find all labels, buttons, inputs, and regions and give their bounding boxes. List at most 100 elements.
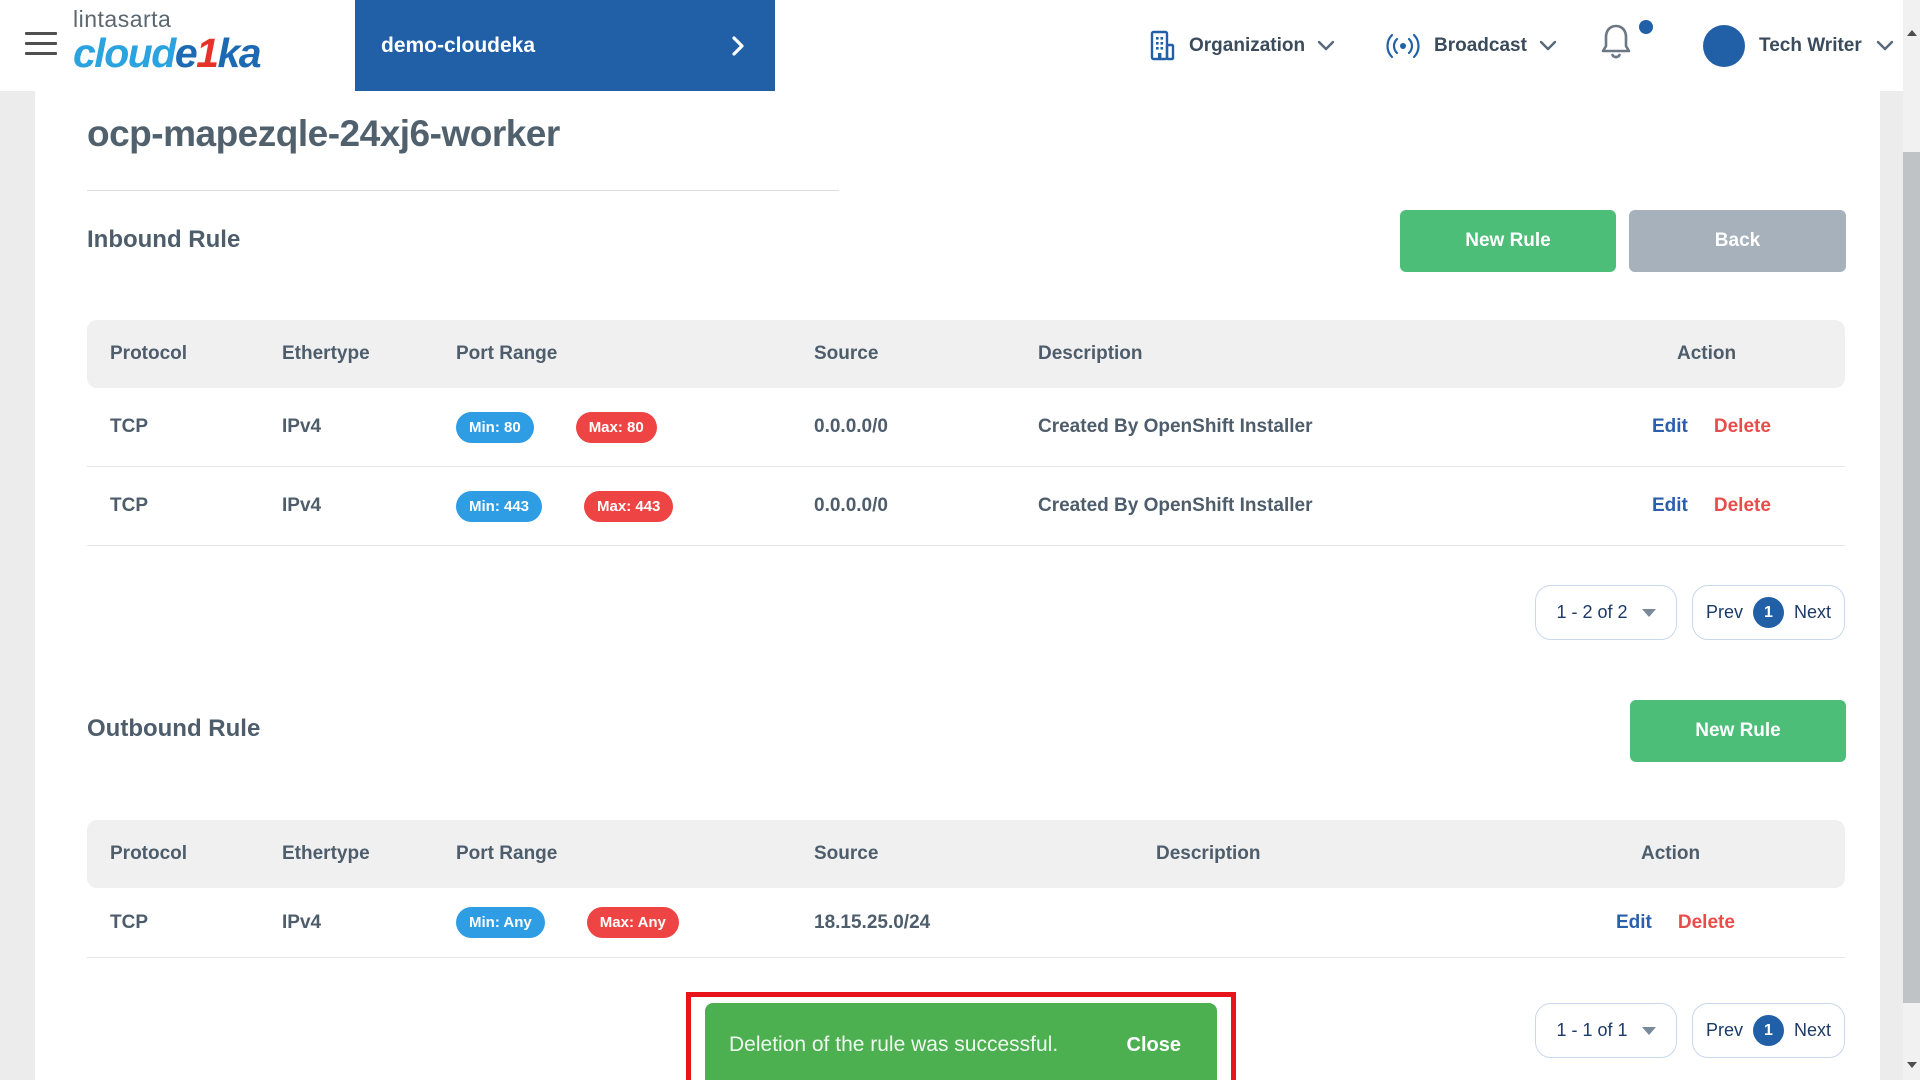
cell-protocol: TCP bbox=[110, 912, 282, 934]
scrollbar-thumb[interactable] bbox=[1903, 152, 1920, 1003]
app-window: lintasarta cloude1ka demo-cloudeka Organ… bbox=[0, 0, 1920, 1080]
col-description: Description bbox=[1156, 843, 1616, 865]
table-row: TCP IPv4 Min: 443 Max: 443 0.0.0.0/0 Crea… bbox=[87, 467, 1845, 546]
delete-link[interactable]: Delete bbox=[1714, 416, 1771, 438]
inbound-rule-heading: Inbound Rule bbox=[87, 226, 240, 254]
page-title: ocp-mapezqle-24xj6-worker bbox=[87, 113, 560, 155]
col-ethertype: Ethertype bbox=[282, 343, 456, 365]
scroll-down-arrow-icon[interactable] bbox=[1907, 1062, 1917, 1068]
chevron-right-icon bbox=[731, 35, 745, 57]
project-name: demo-cloudeka bbox=[381, 34, 535, 58]
cell-actions: Edit Delete bbox=[1616, 912, 1845, 934]
cell-ethertype: IPv4 bbox=[282, 416, 456, 438]
triangle-down-icon bbox=[1642, 1027, 1656, 1035]
cell-source: 18.15.25.0/24 bbox=[814, 912, 1156, 934]
cell-ethertype: IPv4 bbox=[282, 912, 456, 934]
broadcast-icon bbox=[1384, 32, 1422, 60]
chevron-down-icon bbox=[1317, 40, 1335, 51]
notifications-button[interactable] bbox=[1596, 20, 1648, 64]
title-divider bbox=[87, 190, 839, 191]
inbound-table-header: Protocol Ethertype Port Range Source Des… bbox=[87, 320, 1845, 388]
cell-description: Created By OpenShift Installer bbox=[1038, 416, 1652, 438]
outbound-new-rule-button[interactable]: New Rule bbox=[1630, 700, 1846, 762]
prev-button[interactable]: Prev bbox=[1706, 1020, 1743, 1041]
max-port-badge: Max: 80 bbox=[576, 412, 657, 443]
cell-description: Created By OpenShift Installer bbox=[1038, 495, 1652, 517]
user-menu[interactable]: Tech Writer bbox=[1703, 0, 1894, 91]
back-button[interactable]: Back bbox=[1629, 210, 1846, 272]
outbound-pager[interactable]: Prev 1 Next bbox=[1692, 1003, 1845, 1058]
edit-link[interactable]: Edit bbox=[1652, 416, 1688, 438]
chevron-down-icon bbox=[1539, 40, 1557, 51]
min-port-badge: Min: 80 bbox=[456, 412, 534, 443]
inbound-rows-per-page-dropdown[interactable]: 1 - 2 of 2 bbox=[1535, 585, 1677, 640]
cell-ethertype: IPv4 bbox=[282, 495, 456, 517]
max-port-badge: Max: 443 bbox=[584, 491, 673, 522]
organization-menu[interactable]: Organization bbox=[1147, 0, 1335, 91]
scroll-up-arrow-icon[interactable] bbox=[1907, 30, 1917, 36]
user-name: Tech Writer bbox=[1759, 35, 1862, 57]
toast-close-button[interactable]: Close bbox=[1127, 1034, 1181, 1057]
cell-port-range: Min: 443 Max: 443 bbox=[456, 491, 814, 522]
table-row: TCP IPv4 Min: AnyMax: Any 18.15.25.0/24 … bbox=[87, 888, 1845, 958]
content-card: ocp-mapezqle-24xj6-worker Inbound Rule N… bbox=[35, 91, 1880, 1080]
avatar bbox=[1703, 25, 1745, 67]
cell-actions: Edit Delete bbox=[1652, 495, 1845, 517]
col-action: Action bbox=[1652, 343, 1845, 365]
top-bar: lintasarta cloude1ka demo-cloudeka Organ… bbox=[0, 0, 1920, 91]
outbound-rules-table: Protocol Ethertype Port Range Source Des… bbox=[87, 820, 1845, 958]
next-button[interactable]: Next bbox=[1794, 602, 1831, 623]
brand-wordmark: cloude1ka bbox=[73, 33, 260, 74]
col-ethertype: Ethertype bbox=[282, 843, 456, 865]
vertical-scrollbar[interactable] bbox=[1903, 0, 1920, 1080]
range-label: 1 - 1 of 1 bbox=[1556, 1020, 1627, 1041]
table-row: TCP IPv4 Min: 80 Max: 80 0.0.0.0/0 Create… bbox=[87, 388, 1845, 467]
inbound-pager[interactable]: Prev 1 Next bbox=[1692, 585, 1845, 640]
edit-link[interactable]: Edit bbox=[1616, 912, 1652, 934]
broadcast-label: Broadcast bbox=[1434, 35, 1527, 57]
next-button[interactable]: Next bbox=[1794, 1020, 1831, 1041]
delete-link[interactable]: Delete bbox=[1714, 495, 1771, 517]
notification-badge-dot bbox=[1639, 20, 1653, 34]
min-port-badge: Min: 443 bbox=[456, 491, 542, 522]
col-description: Description bbox=[1038, 343, 1652, 365]
broadcast-menu[interactable]: Broadcast bbox=[1384, 0, 1557, 91]
cell-source: 0.0.0.0/0 bbox=[814, 495, 1038, 517]
cell-port-range: Min: Any Max: Any bbox=[456, 907, 814, 938]
brand-name-top: lintasarta bbox=[73, 8, 260, 31]
outbound-table-header: Protocol Ethertype Port Range Source Des… bbox=[87, 820, 1845, 888]
building-icon bbox=[1147, 29, 1177, 63]
menu-icon[interactable] bbox=[25, 32, 57, 57]
max-port-badge: Max: Any bbox=[587, 907, 679, 938]
cell-port-range: Min: 80 Max: 80 bbox=[456, 412, 814, 443]
current-page-indicator[interactable]: 1 bbox=[1753, 1015, 1784, 1046]
outbound-rows-per-page-dropdown[interactable]: 1 - 1 of 1 bbox=[1535, 1003, 1677, 1058]
cell-protocol: TCP bbox=[110, 495, 282, 517]
col-action: Action bbox=[1616, 843, 1845, 865]
cell-protocol: TCP bbox=[110, 416, 282, 438]
annotation-highlight-box: Deletion of the rule was successful. Clo… bbox=[686, 992, 1236, 1080]
col-port-range: Port Range bbox=[456, 843, 814, 865]
prev-button[interactable]: Prev bbox=[1706, 602, 1743, 623]
edit-link[interactable]: Edit bbox=[1652, 495, 1688, 517]
col-source: Source bbox=[814, 343, 1038, 365]
cell-source: 0.0.0.0/0 bbox=[814, 416, 1038, 438]
triangle-down-icon bbox=[1642, 609, 1656, 617]
inbound-rules-table: Protocol Ethertype Port Range Source Des… bbox=[87, 320, 1845, 546]
outbound-rule-heading: Outbound Rule bbox=[87, 715, 260, 743]
brand-logo[interactable]: lintasarta cloude1ka bbox=[73, 8, 260, 74]
toast-message: Deletion of the rule was successful. bbox=[729, 1033, 1058, 1057]
col-source: Source bbox=[814, 843, 1156, 865]
col-protocol: Protocol bbox=[110, 843, 282, 865]
success-toast: Deletion of the rule was successful. Clo… bbox=[705, 1003, 1217, 1080]
inbound-new-rule-button[interactable]: New Rule bbox=[1400, 210, 1616, 272]
range-label: 1 - 2 of 2 bbox=[1556, 602, 1627, 623]
min-port-badge: Min: Any bbox=[456, 907, 545, 938]
cell-actions: Edit Delete bbox=[1652, 416, 1845, 438]
current-page-indicator[interactable]: 1 bbox=[1753, 597, 1784, 628]
project-selector[interactable]: demo-cloudeka bbox=[355, 0, 775, 91]
col-protocol: Protocol bbox=[110, 343, 282, 365]
chevron-down-icon bbox=[1876, 40, 1894, 51]
col-port-range: Port Range bbox=[456, 343, 814, 365]
delete-link[interactable]: Delete bbox=[1678, 912, 1735, 934]
